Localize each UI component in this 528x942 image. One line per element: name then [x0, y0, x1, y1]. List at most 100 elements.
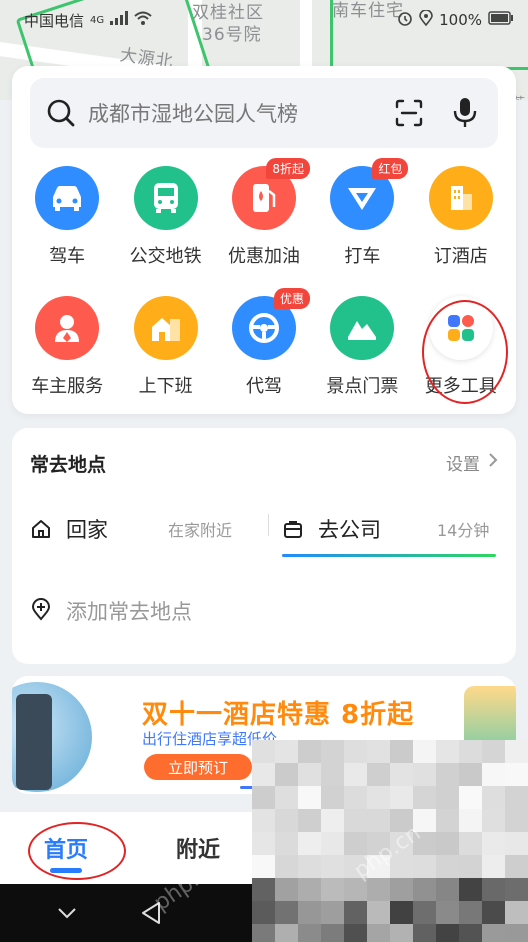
mosaic-cell — [413, 924, 436, 942]
network-label: 4G — [90, 14, 105, 26]
tool-attraction-tickets[interactable]: 景点门票 — [314, 296, 410, 398]
mosaic-cell — [459, 878, 482, 901]
mosaic-cell — [367, 763, 390, 786]
mosaic-cell — [367, 901, 390, 924]
promo-badge: 优惠 — [273, 288, 310, 309]
mosaic-cell — [436, 855, 459, 878]
mosaic-cell — [505, 809, 528, 832]
mosaic-cell — [367, 924, 390, 942]
mosaic-cell — [413, 878, 436, 901]
chevron-down-icon[interactable] — [54, 900, 80, 926]
mosaic-cell — [482, 809, 505, 832]
mosaic-cell — [344, 832, 367, 855]
tool-fuel-discount[interactable]: 8折起 优惠加油 — [216, 158, 312, 268]
tool-hotel[interactable]: 订酒店 — [413, 166, 509, 268]
mosaic-cell — [390, 878, 413, 901]
mosaic-cell — [252, 878, 275, 901]
mosaic-cell — [252, 740, 275, 763]
briefcase-icon — [282, 518, 304, 540]
tool-label: 上下班 — [138, 376, 193, 397]
tool-label: 更多工具 — [424, 376, 497, 397]
add-place-button[interactable]: 添加常去地点 — [30, 596, 192, 626]
mosaic-cell — [344, 786, 367, 809]
mosaic-cell — [390, 763, 413, 786]
mosaic-cell — [413, 786, 436, 809]
status-bar: 中国电信 4G 100% — [0, 0, 528, 40]
mosaic-cell — [482, 901, 505, 924]
mosaic-cell — [298, 763, 321, 786]
divider — [268, 514, 269, 536]
go-home-button[interactable]: 回家 在家附近 — [30, 514, 232, 544]
mosaic-cell — [344, 924, 367, 942]
chevron-right-icon — [488, 452, 498, 473]
mosaic-cell — [459, 855, 482, 878]
tab-home[interactable]: 首页 — [44, 832, 88, 864]
mosaic-cell — [482, 740, 505, 763]
alarm-icon — [397, 10, 413, 30]
mosaic-cell — [298, 809, 321, 832]
frequent-places-card: 常去地点 设置 回家 在家附近 去公司 14分钟 添加常去地点 — [12, 428, 516, 664]
commute-icon — [133, 296, 198, 360]
tool-label: 打车 — [344, 246, 381, 267]
car-owner-icon — [35, 296, 100, 360]
mosaic-cell — [275, 809, 298, 832]
mosaic-cell — [413, 901, 436, 924]
tool-designated-driver[interactable]: 优惠 代驾 — [216, 288, 312, 398]
mosaic-cell — [505, 740, 528, 763]
mosaic-cell — [459, 924, 482, 942]
tool-taxi[interactable]: 红包 打车 — [314, 158, 410, 268]
mosaic-cell — [482, 763, 505, 786]
mosaic-cell — [252, 924, 275, 942]
battery-label: 100% — [439, 11, 482, 29]
mosaic-cell — [321, 924, 344, 942]
carrier-label: 中国电信 — [24, 11, 85, 30]
tool-bus-metro[interactable]: 公交地铁 — [118, 166, 214, 268]
mosaic-cell — [321, 878, 344, 901]
mosaic-cell — [344, 901, 367, 924]
tool-label: 公交地铁 — [129, 246, 202, 267]
tools-row-1: 驾车 公交地铁 8折起 优惠加油 红包 打车 订酒店 — [12, 158, 516, 268]
tool-car-owner-service[interactable]: 车主服务 — [19, 296, 115, 398]
mosaic-cell — [344, 763, 367, 786]
tool-label: 驾车 — [49, 246, 86, 267]
mosaic-cell — [321, 763, 344, 786]
tool-label: 景点门票 — [326, 376, 399, 397]
tools-card: 成都市湿地公园人气榜 驾车 公交地铁 8折起 优惠加油 红包 打车 订酒店 车主… — [12, 66, 516, 414]
mosaic-cell — [459, 809, 482, 832]
mosaic-cell — [321, 740, 344, 763]
ticket-icon — [330, 296, 395, 360]
work-label: 去公司 — [318, 518, 381, 542]
mosaic-cell — [413, 763, 436, 786]
book-now-button[interactable]: 立即预订 — [144, 754, 252, 780]
go-work-button[interactable]: 去公司 14分钟 — [282, 514, 489, 544]
work-route-indicator — [282, 554, 496, 557]
add-place-label: 添加常去地点 — [66, 600, 192, 624]
mosaic-cell — [275, 763, 298, 786]
settings-link[interactable]: 设置 — [446, 450, 498, 475]
search-input[interactable]: 成都市湿地公园人气榜 — [88, 98, 370, 128]
scan-icon[interactable] — [392, 96, 426, 130]
mosaic-cell — [298, 740, 321, 763]
tool-more-tools[interactable]: 更多工具 — [413, 296, 509, 398]
signal-icon — [110, 11, 129, 29]
mosaic-cell — [482, 855, 505, 878]
mosaic-cell — [321, 855, 344, 878]
mosaic-cell — [436, 786, 459, 809]
wifi-icon — [134, 11, 152, 29]
microphone-icon[interactable] — [448, 96, 482, 130]
mosaic-cell — [505, 878, 528, 901]
search-bar[interactable]: 成都市湿地公园人气榜 — [30, 78, 498, 148]
mosaic-cell — [505, 924, 528, 942]
tool-drive[interactable]: 驾车 — [19, 166, 115, 268]
tool-commute[interactable]: 上下班 — [118, 296, 214, 398]
mosaic-cell — [436, 924, 459, 942]
mosaic-cell — [321, 786, 344, 809]
mosaic-cell — [367, 786, 390, 809]
mosaic-cell — [298, 901, 321, 924]
mosaic-cell — [390, 740, 413, 763]
tool-label: 优惠加油 — [227, 246, 300, 267]
more-tools-icon — [428, 296, 493, 360]
mosaic-cell — [459, 740, 482, 763]
mosaic-cell — [505, 786, 528, 809]
home-hint: 在家附近 — [168, 521, 233, 540]
